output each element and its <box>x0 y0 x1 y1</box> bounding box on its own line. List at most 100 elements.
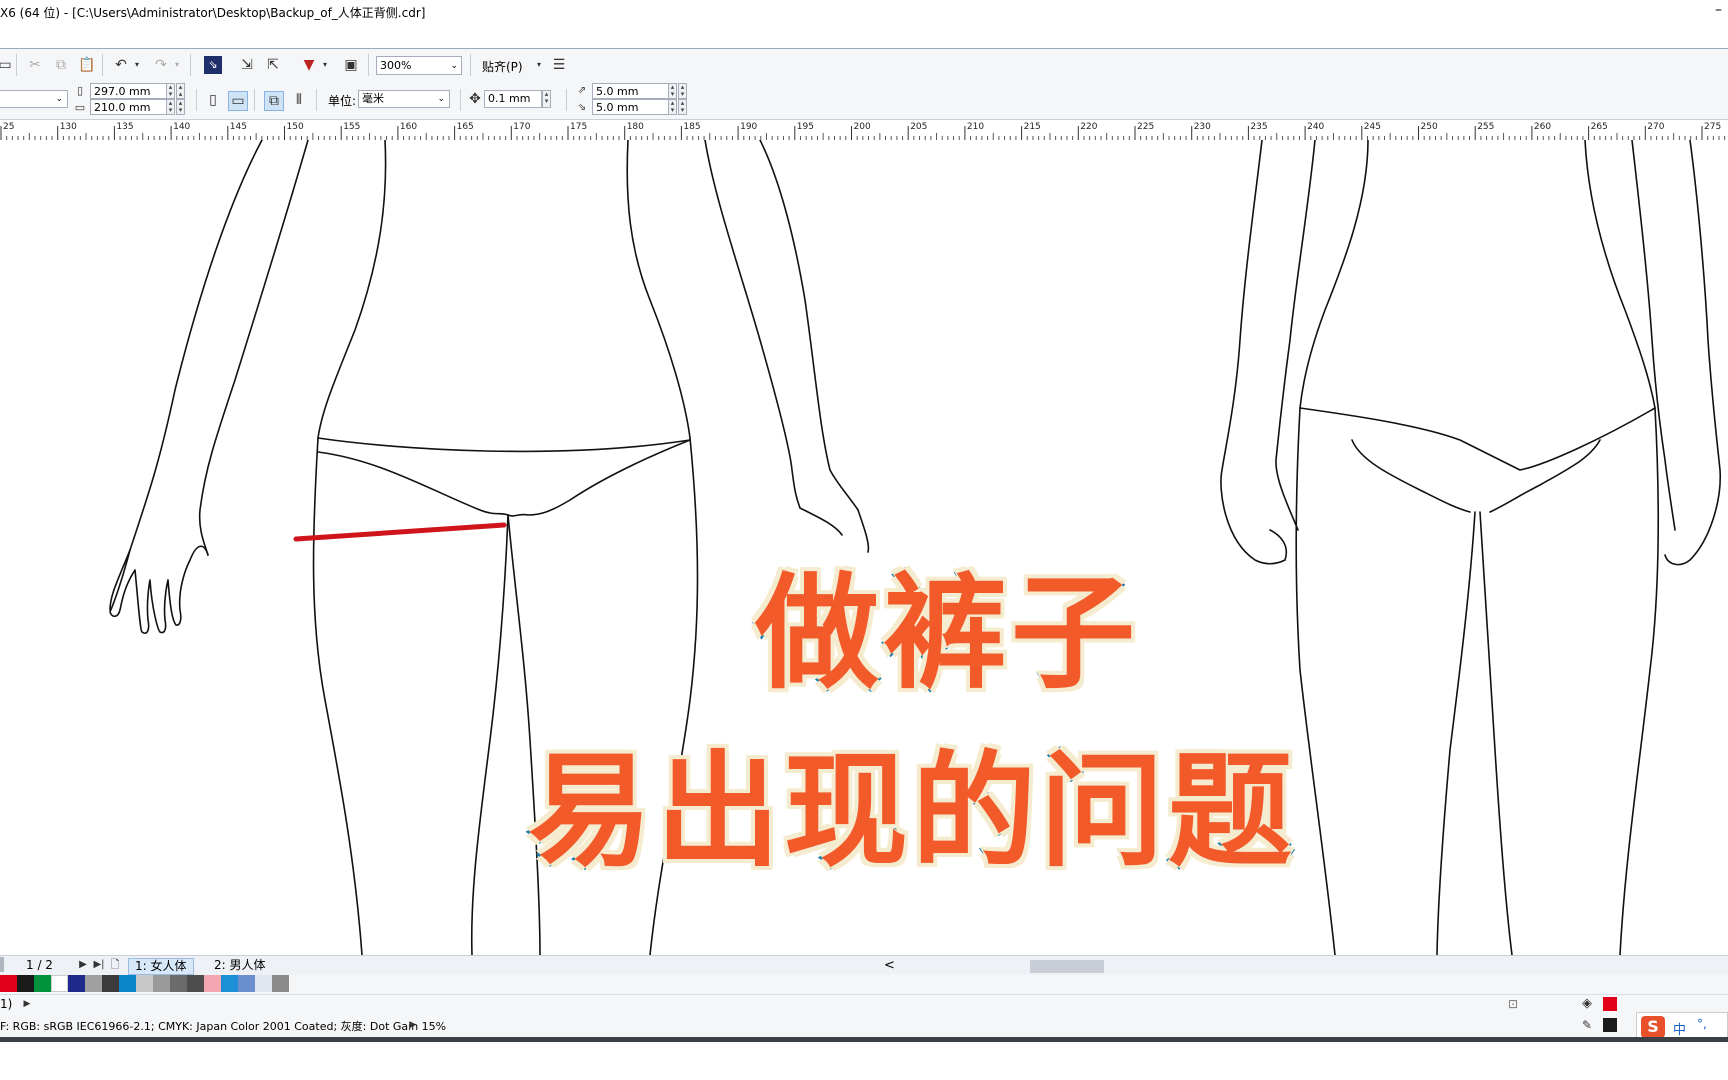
palette-swatch[interactable] <box>34 975 52 992</box>
right-figure-right-leg-inner <box>1479 511 1513 955</box>
paste-icon[interactable]: 📋 <box>78 56 96 74</box>
ruler-tick-label: 230 <box>1194 122 1211 132</box>
current-page-icon[interactable]: ⫴ <box>290 91 308 109</box>
window-title: X6 (64 位) - [C:\Users\Administrator\Desk… <box>0 6 426 20</box>
status-marker: 1) <box>0 997 13 1011</box>
snapshot-icon[interactable]: ⊡ <box>1504 995 1522 1013</box>
zoom-level-select[interactable]: 300% ⌄ <box>376 56 462 75</box>
page-height-spinner-b[interactable]: ▴ ▾ <box>176 99 185 115</box>
duplicate-x-spinner-b[interactable]: ▴ ▾ <box>678 83 687 99</box>
duplicate-y-field[interactable]: 5.0 mm <box>592 99 670 115</box>
palette-swatch[interactable] <box>272 975 290 992</box>
tab-page-1[interactable]: 1: 女人体 <box>128 958 194 975</box>
ruler-tick-label: 270 <box>1647 122 1664 132</box>
ruler-tick-label: 165 <box>457 122 474 132</box>
palette-swatch[interactable] <box>136 975 154 992</box>
left-figure-arm-inner <box>198 140 309 556</box>
palette-swatch[interactable] <box>221 975 239 992</box>
export-icon[interactable]: ⇱ <box>264 56 282 74</box>
save-icon[interactable]: ▭ <box>0 56 14 74</box>
import-icon[interactable]: ⇲ <box>238 56 256 74</box>
outline-color-swatch[interactable] <box>1603 1018 1617 1032</box>
palette-swatch[interactable] <box>187 975 205 992</box>
duplicate-x-field[interactable]: 5.0 mm <box>592 83 670 99</box>
fill-color-swatch[interactable] <box>1603 997 1617 1011</box>
palette-swatch[interactable] <box>238 975 256 992</box>
ime-logo: S <box>1641 1016 1665 1038</box>
ruler-tick-label: 180 <box>627 122 644 132</box>
page-width-field[interactable]: 297.0 mm <box>90 83 170 99</box>
palette-swatch[interactable] <box>170 975 188 992</box>
tab-page-2[interactable]: 2: 男人体 <box>208 958 272 973</box>
toolbar-separator <box>368 54 369 76</box>
full-screen-preview-icon[interactable]: ▣ <box>342 56 360 74</box>
duplicate-y-value: 5.0 mm <box>596 101 639 114</box>
ruler-tick-label: 215 <box>1024 122 1041 132</box>
launcher-dropdown-icon[interactable]: ▾ <box>316 56 334 74</box>
options-icon[interactable]: ☰ <box>550 56 568 74</box>
units-select[interactable]: 毫米 ⌄ <box>358 90 450 108</box>
drawing-canvas[interactable]: 做裤子 易出现的问题 <box>0 140 1728 955</box>
copy-icon[interactable]: ⧉ <box>52 56 70 74</box>
page-height-spinner[interactable]: ▴ ▾ <box>166 99 175 115</box>
ruler-tick-label: 265 <box>1591 122 1608 132</box>
add-page-icon[interactable]: 🗋 <box>106 956 124 974</box>
palette-swatch[interactable] <box>51 975 69 992</box>
duplicate-y-spinner[interactable]: ▴ ▾ <box>668 99 677 115</box>
undo-dropdown-icon[interactable]: ▾ <box>128 56 146 74</box>
page-width-icon: ▯ <box>76 84 84 97</box>
palette-swatch[interactable] <box>255 975 273 992</box>
snap-to-button[interactable]: 贴齐(P) <box>482 58 523 75</box>
search-content-icon[interactable]: ⇘ <box>204 56 222 74</box>
page-footer <box>0 1042 1728 1080</box>
page-height-field[interactable]: 210.0 mm <box>90 99 170 115</box>
left-figure-hand <box>109 545 209 635</box>
palette-swatch[interactable] <box>119 975 137 992</box>
color-profile-text: F: RGB: sRGB IEC61966-2.1; CMYK: Japan C… <box>0 1020 447 1033</box>
right-figure-arm-inner <box>1275 140 1316 531</box>
page-scroll-handle[interactable] <box>0 957 4 972</box>
ruler-tick-label: 160 <box>400 122 417 132</box>
duplicate-y-spinner-b[interactable]: ▴ ▾ <box>678 99 687 115</box>
redo-dropdown-icon[interactable]: ▾ <box>168 56 186 74</box>
ruler-tick-label: 190 <box>740 122 757 132</box>
toolbar-separator <box>470 54 471 76</box>
page-width-spinner-b[interactable]: ▴ ▴ <box>176 83 185 99</box>
chevron-down-icon: ⌄ <box>437 94 445 104</box>
palette-swatch[interactable] <box>153 975 171 992</box>
scroll-left-button[interactable]: < <box>884 958 895 973</box>
ruler-tick-label: 250 <box>1421 122 1438 132</box>
profile-expand-icon[interactable]: ▶ <box>404 1016 422 1034</box>
nudge-distance-value: 0.1 mm <box>488 92 531 105</box>
ime-mode-label: 中 <box>1673 1023 1687 1038</box>
minimize-button[interactable]: – <box>1715 2 1722 18</box>
duplicate-x-spinner[interactable]: ▴ ▾ <box>668 83 677 99</box>
palette-swatch[interactable] <box>17 975 35 992</box>
landscape-icon[interactable]: ▭ <box>228 91 248 111</box>
portrait-icon[interactable]: ▯ <box>204 91 222 109</box>
paper-type-select[interactable]: ⌄ <box>0 90 68 108</box>
palette-swatch[interactable] <box>68 975 86 992</box>
ruler-tick-label: 145 <box>230 122 247 132</box>
ruler-tick-label: 220 <box>1080 122 1097 132</box>
chevron-down-icon: ⌄ <box>55 94 63 104</box>
palette-swatch[interactable] <box>204 975 222 992</box>
ruler-ticks: 25 130 135 140 145 150 155 160 165 170 175 180 185 19… <box>0 122 1726 140</box>
status-expand-icon[interactable]: ▶ <box>18 995 36 1013</box>
palette-swatch[interactable] <box>102 975 120 992</box>
palette-swatch[interactable] <box>0 975 18 992</box>
fill-bucket-icon: ◈ <box>1582 996 1592 1011</box>
left-figure-waist-right <box>626 140 691 439</box>
nudge-spinner[interactable]: ▴ ▾ <box>542 90 551 108</box>
units-value: 毫米 <box>362 92 384 105</box>
all-pages-icon[interactable]: ⧉ <box>264 91 284 111</box>
ruler-tick-label: 255 <box>1477 122 1494 132</box>
cut-icon[interactable]: ✂ <box>26 56 44 74</box>
palette-swatch[interactable] <box>85 975 103 992</box>
snap-dropdown-icon[interactable]: ▾ <box>530 56 548 74</box>
horizontal-scrollbar-thumb[interactable] <box>1030 960 1104 973</box>
horizontal-ruler[interactable]: 25 130 135 140 145 150 155 160 165 170 175 180 185 19… <box>0 120 1728 141</box>
nudge-distance-field[interactable]: 0.1 mm <box>484 90 542 108</box>
page-width-spinner[interactable]: ▴ ▾ <box>166 83 175 99</box>
toolbar-separator <box>196 89 197 111</box>
